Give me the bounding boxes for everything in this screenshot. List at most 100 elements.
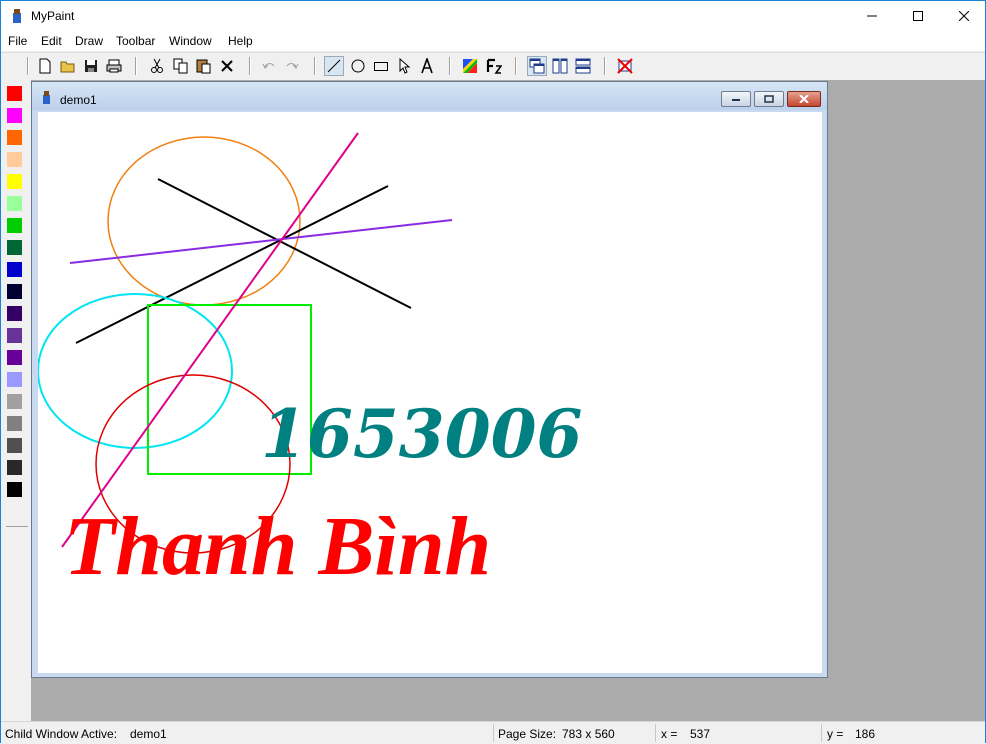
child-window: demo1 1653006 Thanh Bình [31,81,828,678]
menu-help[interactable]: Help [228,34,253,48]
paint-bucket-icon [13,9,21,23]
font-button[interactable] [484,56,504,76]
select-tool-button[interactable] [394,56,414,76]
open-button[interactable] [58,56,78,76]
color-swatch[interactable] [7,394,22,409]
rectangle-tool-icon [374,62,388,71]
color-palette [1,80,31,721]
child-title-bar[interactable]: demo1 [32,82,827,110]
maximize-button[interactable] [895,1,941,31]
close-all-button[interactable] [615,56,635,76]
close-all-windows-icon [617,58,633,74]
cut-icon [151,58,163,73]
status-bar: Child Window Active: demo1 Page Size: 78… [1,721,985,744]
ellipse-tool-button[interactable] [348,56,368,76]
text-tool-button[interactable] [417,56,437,76]
redo-button[interactable] [282,56,302,76]
color-swatch[interactable] [7,328,22,343]
maximize-icon [764,95,774,103]
color-swatch[interactable] [7,350,22,365]
color-swatch[interactable] [7,306,22,321]
color-swatch[interactable] [7,372,22,387]
status-page-value: 783 x 560 [562,727,615,741]
copy-button[interactable] [171,56,191,76]
rectangle-tool-button[interactable] [371,56,391,76]
menu-toolbar[interactable]: Toolbar [116,34,155,48]
color-swatch[interactable] [7,130,22,145]
tile-horizontal-button[interactable] [573,56,593,76]
child-minimize-button[interactable] [721,91,751,107]
minimize-button[interactable] [849,1,895,31]
color-swatch[interactable] [7,482,22,497]
line-tool-button[interactable] [324,56,344,76]
delete-icon [221,60,233,72]
tile-vertical-icon [552,58,568,74]
menu-window[interactable]: Window [169,34,212,48]
paste-button[interactable] [194,56,214,76]
status-separator [655,724,656,742]
cut-button[interactable] [147,56,167,76]
new-file-icon [39,58,51,74]
toolbar-separator [449,57,451,75]
number-text: 1653006 [261,395,582,473]
close-icon [799,95,809,103]
name-text: Thanh Bình [64,500,491,593]
tile-vertical-button[interactable] [550,56,570,76]
color-swatch[interactable] [7,284,22,299]
color-swatch[interactable] [7,218,22,233]
paste-icon [196,59,211,74]
cascade-windows-icon [529,58,545,74]
color-swatch[interactable] [7,152,22,167]
color-button[interactable] [460,56,480,76]
menu-draw[interactable]: Draw [75,34,103,48]
status-y-value: 186 [855,727,876,741]
color-swatch[interactable] [7,262,22,277]
paint-bucket-icon [43,91,50,104]
open-folder-icon [60,61,75,73]
color-swatch[interactable] [7,108,22,123]
orange-ellipse [107,136,301,306]
line-tool-icon [327,59,341,73]
tile-horizontal-icon [575,58,591,74]
redo-icon [286,63,299,69]
child-maximize-button[interactable] [754,91,784,107]
print-icon [106,59,122,73]
print-button[interactable] [104,56,124,76]
close-icon [959,11,969,21]
toolbar-separator [314,57,316,75]
color-swatch[interactable] [7,196,22,211]
drawing-surface: 1653006 Thanh Bình [37,132,582,593]
drawing-canvas[interactable]: 1653006 Thanh Bình [37,112,822,673]
toolbar-separator [604,57,606,75]
child-title: demo1 [60,93,97,107]
color-swatch[interactable] [7,86,22,101]
toolbar-separator [135,57,137,75]
status-x-label: x = [661,727,678,741]
cascade-button[interactable] [527,56,547,76]
undo-button[interactable] [259,56,279,76]
ellipse-tool-icon [351,59,365,73]
menu-edit[interactable]: Edit [41,34,62,48]
color-swatch[interactable] [7,174,22,189]
save-icon [85,60,97,72]
close-button[interactable] [941,1,986,31]
color-swatch[interactable] [7,416,22,431]
font-icon [486,58,502,74]
status-x-value: 537 [690,727,711,741]
menu-file[interactable]: File [8,34,27,48]
cyan-ellipse [37,293,233,449]
child-close-button[interactable] [787,91,821,107]
title-bar[interactable]: MyPaint [1,1,985,31]
save-button[interactable] [81,56,101,76]
color-swatch[interactable] [7,240,22,255]
status-active-value: demo1 [130,727,167,741]
color-swatch[interactable] [7,460,22,475]
status-active-label: Child Window Active: [5,727,118,741]
delete-button[interactable] [217,56,237,76]
new-button[interactable] [35,56,55,76]
palette-divider [6,526,28,527]
purple-line [69,219,453,264]
app-title: MyPaint [31,9,75,23]
color-swatch[interactable] [7,438,22,453]
black-line-1 [157,178,412,309]
